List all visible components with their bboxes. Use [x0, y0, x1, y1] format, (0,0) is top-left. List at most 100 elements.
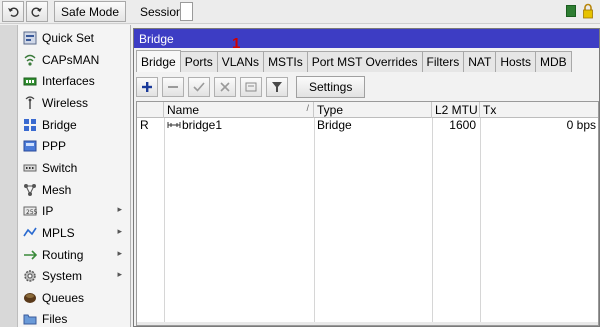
bridge-icon: [22, 118, 38, 132]
tab-bar: Bridge Ports VLANs MSTIs Port MST Overri…: [136, 50, 572, 72]
table-header: Name / Type L2 MTU Tx: [137, 102, 598, 118]
sidebar-item-label: Queues: [42, 290, 85, 305]
sidebar-item-routing[interactable]: Routing ▸: [18, 244, 130, 265]
wireless-icon: [22, 95, 38, 110]
ip-icon: 255: [22, 204, 38, 218]
safe-mode-label: Safe Mode: [60, 4, 120, 19]
sidebar-item-label: Bridge: [42, 117, 77, 132]
annotation-marker: 1: [232, 35, 241, 52]
row-name-cell: bridge1: [164, 118, 314, 132]
tab-mdb[interactable]: MDB: [535, 51, 572, 72]
col-tx[interactable]: Tx: [480, 102, 598, 118]
status-indicator-icon: [566, 5, 576, 17]
undo-button[interactable]: [2, 1, 24, 22]
col-name[interactable]: Name /: [164, 102, 314, 118]
tab-port-mst-overrides[interactable]: Port MST Overrides: [306, 51, 423, 72]
sidebar-item-label: Mesh: [42, 182, 72, 197]
sidebar-item-label: Quick Set: [42, 30, 95, 45]
column-divider: [164, 118, 165, 325]
submenu-arrow-icon: ▸: [117, 204, 122, 214]
capsman-icon: [22, 53, 38, 67]
sidebar-menu: Quick Set CAPsMAN Interfaces Wireless Br…: [18, 25, 131, 327]
tab-bridge[interactable]: Bridge: [136, 50, 181, 72]
ppp-icon: [22, 139, 38, 153]
settings-label: Settings: [309, 80, 353, 94]
filter-button[interactable]: [266, 77, 288, 97]
tab-label: Bridge: [141, 54, 176, 69]
enable-button[interactable]: [188, 77, 210, 97]
disable-button[interactable]: [214, 77, 236, 97]
sidebar-item-queues[interactable]: Queues: [18, 287, 130, 308]
col-flag[interactable]: [137, 102, 164, 118]
sidebar-item-label: Wireless: [42, 95, 89, 110]
tab-hosts[interactable]: Hosts: [495, 51, 537, 72]
files-icon: [22, 312, 38, 326]
svg-text:255: 255: [26, 209, 37, 216]
sidebar-item-mpls[interactable]: MPLS ▸: [18, 222, 130, 243]
sidebar-item-ppp[interactable]: PPP: [18, 135, 130, 156]
remove-button[interactable]: [162, 77, 184, 97]
horizontal-scrollbar[interactable]: [137, 322, 598, 325]
queues-icon: [22, 291, 38, 305]
redo-icon: [31, 6, 42, 17]
tab-filters[interactable]: Filters: [421, 51, 465, 72]
sidebar-item-files[interactable]: Files: [18, 308, 130, 327]
sidebar-item-label: IP: [42, 203, 54, 218]
switch-icon: [22, 161, 38, 175]
tab-label: Filters: [426, 55, 460, 69]
sidebar-item-label: Interfaces: [42, 73, 95, 88]
sidebar-item-ip[interactable]: 255 IP ▸: [18, 200, 130, 221]
col-type[interactable]: Type: [314, 102, 432, 118]
tab-label: Port MST Overrides: [311, 55, 418, 69]
plus-icon: [142, 82, 152, 92]
tab-nat[interactable]: NAT: [463, 51, 497, 72]
submenu-arrow-icon: ▸: [117, 269, 122, 279]
comment-icon: [245, 82, 257, 92]
tab-ports[interactable]: Ports: [179, 51, 218, 72]
col-name-label: Name: [167, 103, 200, 117]
quick-set-icon: [22, 31, 38, 45]
check-icon: [193, 82, 205, 92]
sort-icon: /: [306, 103, 309, 113]
tab-vlans[interactable]: VLANs: [216, 51, 265, 72]
column-divider: [480, 118, 481, 325]
filter-icon: [272, 82, 282, 92]
bridge-interface-icon: [167, 122, 181, 128]
top-toolbar: Safe Mode Session:: [0, 0, 600, 24]
sidebar-item-mesh[interactable]: Mesh: [18, 179, 130, 200]
sidebar-item-label: MPLS: [42, 225, 75, 240]
session-field[interactable]: [180, 2, 193, 21]
sidebar-item-label: Routing: [42, 247, 84, 262]
add-button[interactable]: [136, 77, 158, 97]
settings-button[interactable]: Settings: [296, 76, 366, 98]
sidebar-item-switch[interactable]: Switch: [18, 157, 130, 178]
safe-mode-button[interactable]: Safe Mode: [54, 1, 126, 22]
bridge-window: Bridge 1 Bridge Ports VLANs MSTIs Port M…: [133, 28, 600, 327]
sidebar-item-label: CAPsMAN: [42, 52, 100, 67]
tab-mstis[interactable]: MSTIs: [263, 51, 308, 72]
sidebar-item-label: System: [42, 268, 83, 283]
submenu-arrow-icon: ▸: [117, 226, 122, 236]
system-icon: [22, 269, 38, 283]
sidebar-item-wireless[interactable]: Wireless: [18, 92, 130, 113]
sidebar-item-system[interactable]: System ▸: [18, 265, 130, 286]
sidebar-item-quick-set[interactable]: Quick Set: [18, 27, 130, 48]
tab-label: NAT: [468, 55, 492, 69]
lock-icon: [583, 3, 593, 19]
bridge-table: Name / Type L2 MTU Tx R bridge1 Bridge 1…: [136, 101, 599, 326]
tab-label: MDB: [540, 55, 567, 69]
row-l2mtu: 1600: [449, 118, 476, 132]
left-strip: [0, 25, 18, 327]
redo-button[interactable]: [26, 1, 48, 22]
sidebar-item-capsman[interactable]: CAPsMAN: [18, 49, 130, 70]
row-flag: R: [140, 118, 149, 132]
tab-label: Ports: [184, 55, 213, 69]
sidebar-item-bridge[interactable]: Bridge: [18, 114, 130, 135]
col-l2mtu[interactable]: L2 MTU: [432, 102, 480, 118]
submenu-arrow-icon: ▸: [117, 248, 122, 258]
table-row[interactable]: R bridge1 Bridge 1600 0 bps: [137, 118, 598, 132]
undo-icon: [8, 6, 19, 17]
window-title-bar[interactable]: Bridge: [134, 29, 599, 48]
comment-button[interactable]: [240, 77, 262, 97]
sidebar-item-interfaces[interactable]: Interfaces: [18, 70, 130, 91]
